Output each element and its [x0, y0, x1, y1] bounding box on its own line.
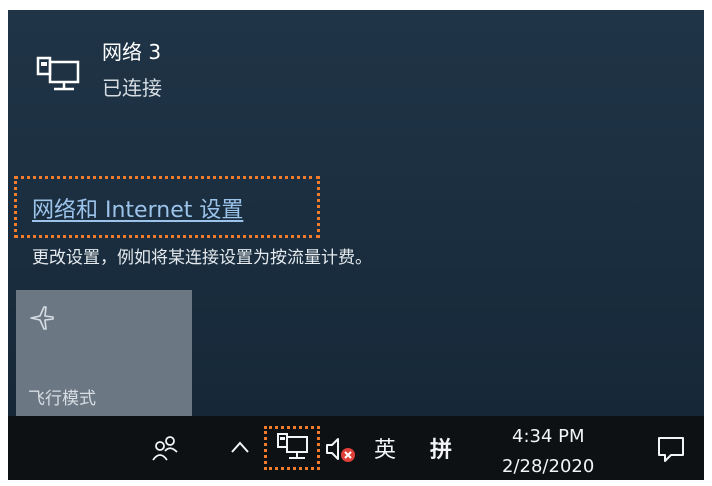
clock-time[interactable]: 4:34 PM [512, 426, 585, 447]
network-connection-item[interactable]: 网络 3 已连接 [30, 32, 330, 102]
ethernet-network-icon [36, 56, 80, 91]
people-icon[interactable] [150, 434, 180, 464]
link-highlight-frame [14, 176, 320, 238]
ime-mode-indicator[interactable]: 拼 [430, 432, 452, 464]
network-status: 已连接 [102, 76, 162, 100]
settings-description: 更改设置，例如将某连接设置为按流量计费。 [32, 248, 372, 268]
network-flyout: 网络 3 已连接 网络和 Internet 设置 更改设置，例如将某连接设置为按… [0, 0, 712, 418]
show-hidden-icons-chevron[interactable] [230, 440, 250, 454]
volume-muted-icon[interactable] [324, 434, 358, 464]
network-icon-highlight-frame [264, 426, 320, 470]
network-name: 网络 3 [102, 40, 162, 64]
airplane-mode-label: 飞行模式 [28, 389, 96, 409]
airplane-icon [30, 306, 54, 330]
clock-date[interactable]: 2/28/2020 [502, 456, 594, 477]
airplane-mode-tile[interactable]: 飞行模式 [16, 290, 192, 418]
taskbar: 英 拼 4:34 PM 2/28/2020 [0, 416, 712, 486]
language-indicator[interactable]: 英 [374, 432, 396, 464]
action-center-icon[interactable] [656, 434, 686, 464]
